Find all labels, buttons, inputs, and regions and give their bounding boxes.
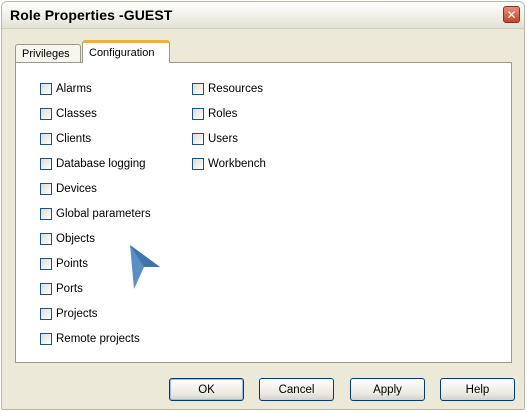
checkbox-box[interactable]	[40, 333, 52, 345]
help-button[interactable]: Help	[440, 378, 515, 401]
checkbox-workbench[interactable]: Workbench	[192, 156, 266, 172]
tab-configuration[interactable]: Configuration	[82, 40, 170, 63]
checkbox-label: Ports	[56, 283, 83, 295]
checkbox-objects[interactable]: Objects	[40, 231, 95, 247]
cancel-button[interactable]: Cancel	[259, 378, 334, 401]
checkbox-box[interactable]	[40, 208, 52, 220]
checkbox-label: Resources	[208, 83, 263, 95]
checkbox-box[interactable]	[40, 108, 52, 120]
configuration-panel: Alarms Classes Clients Database logging …	[15, 62, 512, 363]
checkbox-label: Objects	[56, 233, 95, 245]
checkbox-box[interactable]	[192, 108, 204, 120]
checkbox-label: Users	[208, 133, 239, 145]
checkbox-database-logging[interactable]: Database logging	[40, 156, 146, 172]
window-title: Role Properties -GUEST	[10, 7, 173, 23]
checkbox-label: Classes	[56, 108, 97, 120]
checkbox-box[interactable]	[40, 83, 52, 95]
checkbox-label: Devices	[56, 183, 97, 195]
tab-privileges[interactable]: Privileges	[15, 44, 81, 63]
checkbox-label: Global parameters	[56, 208, 151, 220]
checkbox-global-parameters[interactable]: Global parameters	[40, 206, 151, 222]
checkbox-box[interactable]	[192, 83, 204, 95]
checkbox-box[interactable]	[40, 158, 52, 170]
checkbox-label: Clients	[56, 133, 92, 145]
checkbox-alarms[interactable]: Alarms	[40, 81, 92, 97]
checkbox-points[interactable]: Points	[40, 256, 88, 272]
checkbox-clients[interactable]: Clients	[40, 131, 91, 147]
apply-button[interactable]: Apply	[350, 378, 425, 401]
checkbox-label: Projects	[56, 308, 98, 320]
role-properties-dialog: Role Properties -GUEST ✕ Privileges Conf…	[1, 1, 525, 410]
checkbox-roles[interactable]: Roles	[192, 106, 237, 122]
checkbox-box[interactable]	[192, 158, 204, 170]
checkbox-box[interactable]	[40, 233, 52, 245]
checkbox-resources[interactable]: Resources	[192, 81, 263, 97]
title-bar[interactable]: Role Properties -GUEST ✕	[2, 2, 524, 29]
checkbox-label: Roles	[208, 108, 238, 120]
checkbox-box[interactable]	[40, 283, 52, 295]
checkbox-ports[interactable]: Ports	[40, 281, 83, 297]
mouse-pointer-icon	[130, 245, 160, 289]
checkbox-classes[interactable]: Classes	[40, 106, 97, 122]
checkbox-box[interactable]	[40, 308, 52, 320]
checkbox-users[interactable]: Users	[192, 131, 238, 147]
checkbox-box[interactable]	[192, 133, 204, 145]
checkbox-label: Database logging	[56, 158, 146, 170]
checkbox-box[interactable]	[40, 133, 52, 145]
checkbox-label: Alarms	[56, 83, 92, 95]
checkbox-label: Points	[56, 258, 88, 270]
checkbox-label: Workbench	[208, 158, 266, 170]
checkbox-projects[interactable]: Projects	[40, 306, 98, 322]
checkbox-remote-projects[interactable]: Remote projects	[40, 331, 140, 347]
checkbox-box[interactable]	[40, 183, 52, 195]
close-icon[interactable]: ✕	[503, 6, 520, 23]
ok-button[interactable]: OK	[169, 378, 244, 401]
checkbox-box[interactable]	[40, 258, 52, 270]
checkbox-devices[interactable]: Devices	[40, 181, 97, 197]
checkbox-label: Remote projects	[56, 333, 140, 345]
